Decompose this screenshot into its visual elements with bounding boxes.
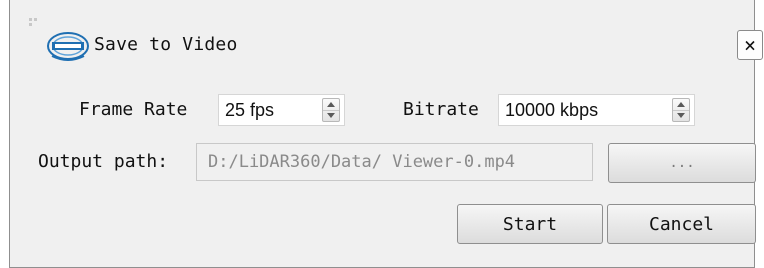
frame-rate-value[interactable]: 25 fps	[225, 100, 274, 121]
output-path-label: Output path:	[38, 151, 169, 172]
start-button[interactable]: Start	[457, 204, 603, 244]
cancel-button[interactable]: Cancel	[607, 204, 756, 244]
close-button[interactable]: ×	[737, 30, 763, 60]
frame-rate-label: Frame Rate	[79, 99, 188, 120]
frame-rate-spin-arrows-icon[interactable]	[322, 98, 340, 122]
frame-rate-spinbox[interactable]: 25 fps	[218, 94, 345, 126]
start-button-label: Start	[502, 213, 558, 235]
bitrate-spinbox[interactable]: 10000 kbps	[498, 94, 695, 126]
output-path-field[interactable]: D:/LiDAR360/Data/ Viewer-0.mp4	[196, 143, 593, 181]
bitrate-down-arrow-icon[interactable]	[673, 110, 689, 121]
save-to-video-dialog: Save to Video × Frame Rate 25 fps Bitrat…	[9, 0, 763, 268]
window-menu-dot-icon	[29, 18, 37, 26]
close-icon: ×	[743, 33, 757, 57]
bitrate-spin-arrows-icon[interactable]	[672, 98, 690, 122]
frame-rate-down-arrow-icon[interactable]	[323, 110, 339, 121]
bitrate-label: Bitrate	[403, 99, 479, 120]
browse-button[interactable]: ...	[608, 143, 756, 183]
dialog-title: Save to Video	[94, 34, 238, 55]
browse-button-label: ...	[669, 155, 695, 171]
lidar360-logo-icon	[47, 32, 89, 61]
cancel-button-label: Cancel	[648, 213, 715, 235]
bitrate-value[interactable]: 10000 kbps	[505, 100, 598, 121]
